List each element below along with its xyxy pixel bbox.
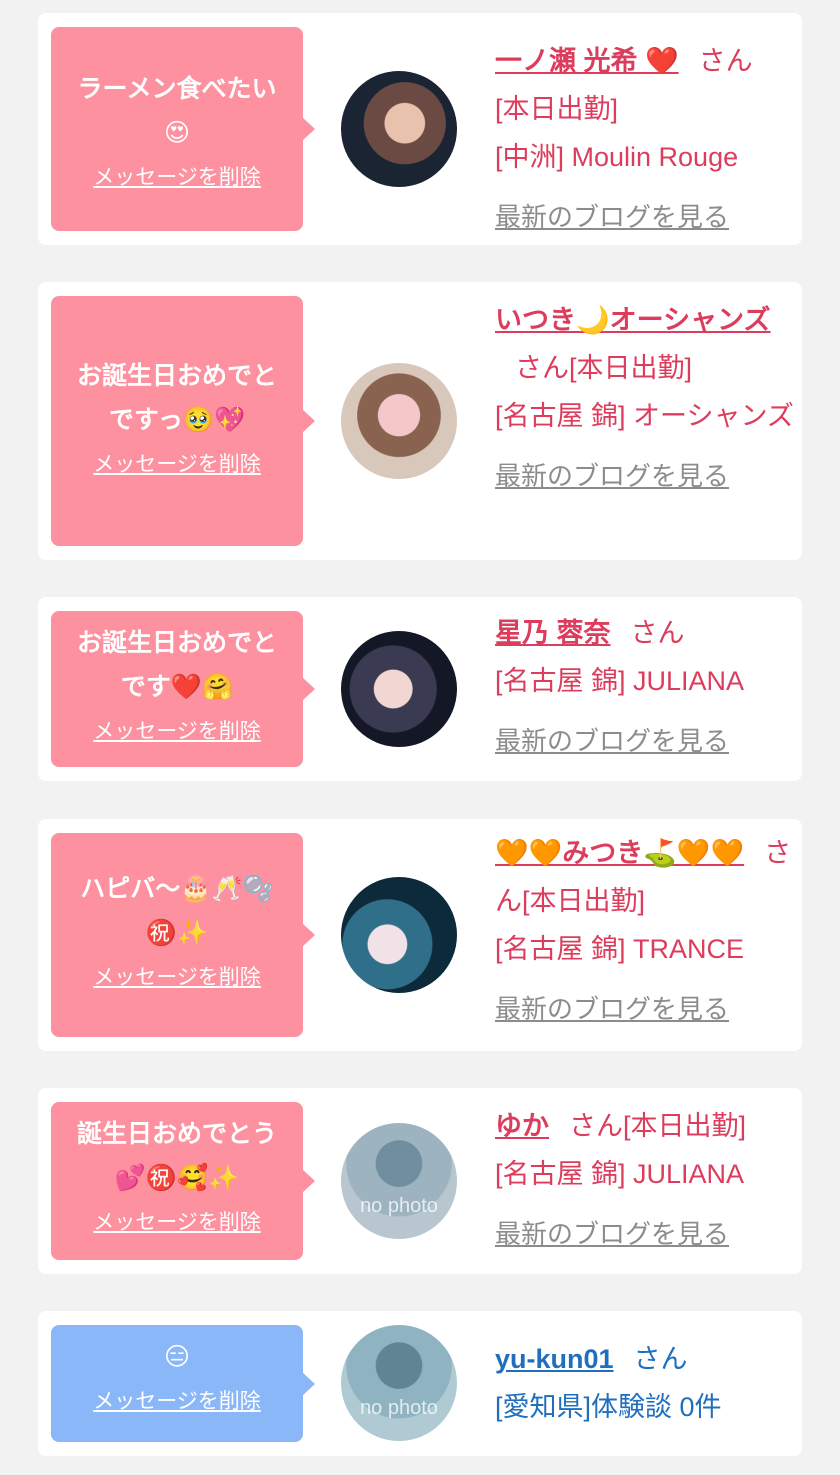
honorific: さん bbox=[633, 1344, 688, 1374]
cast-info: ゆか さん[本日出勤] [名古屋 錦] JULIANA 最新のブログを見る bbox=[495, 1102, 795, 1258]
cast-name-link[interactable]: いつき🌙オーシャンズ bbox=[495, 305, 771, 335]
latest-blog-link[interactable]: 最新のブログを見る bbox=[495, 985, 795, 1033]
cast-name-link[interactable]: ゆか bbox=[495, 1111, 549, 1141]
message-text: 😑 bbox=[163, 1342, 191, 1371]
message-card: 誕生日おめでとう 💕㊗️🥰✨ メッセージを削除 no photo ゆか さん[本日… bbox=[38, 1088, 802, 1274]
no-photo-label: no photo bbox=[360, 1194, 438, 1217]
message-bubble: ハピバ〜🎂🥂🫧 ㊗️✨ メッセージを削除 bbox=[51, 833, 315, 1037]
shop-text: [中洲] Moulin Rouge bbox=[495, 142, 739, 172]
delete-message-link[interactable]: メッセージを削除 bbox=[93, 715, 261, 745]
shop-text: [名古屋 錦] JULIANA bbox=[495, 666, 745, 696]
status-text: [本日出勤] bbox=[522, 886, 646, 916]
delete-message-link[interactable]: メッセージを削除 bbox=[93, 448, 261, 478]
avatar[interactable] bbox=[341, 877, 457, 993]
message-bubble: 😑 メッセージを削除 bbox=[51, 1325, 315, 1442]
latest-blog-link[interactable]: 最新のブログを見る bbox=[495, 1210, 795, 1258]
avatar[interactable]: no photo bbox=[341, 1325, 457, 1441]
cast-name-link[interactable]: 🧡🧡みつき⛳🧡🧡 bbox=[495, 838, 744, 868]
delete-message-link[interactable]: メッセージを削除 bbox=[93, 961, 261, 991]
delete-message-link[interactable]: メッセージを削除 bbox=[93, 1385, 261, 1415]
honorific: さん bbox=[515, 353, 569, 383]
status-text: [本日出勤] bbox=[569, 353, 693, 383]
honorific: さん bbox=[630, 618, 685, 648]
cast-name-link[interactable]: 一ノ瀬 光希 ❤️ bbox=[495, 46, 679, 76]
message-card: お誕生日おめでと ですっ🥹💖 メッセージを削除 いつき🌙オーシャンズさん[本日出… bbox=[38, 282, 802, 560]
status-text: [本日出勤] bbox=[623, 1111, 747, 1141]
message-bubble: お誕生日おめでと です❤️🤗 メッセージを削除 bbox=[51, 611, 315, 767]
message-text: ハピバ〜🎂🥂🫧 ㊗️✨ bbox=[80, 874, 274, 947]
avatar[interactable]: no photo bbox=[341, 1123, 457, 1239]
message-card: 😑 メッセージを削除 no photo yu-kun01 さん [愛知県]体験談 … bbox=[38, 1311, 802, 1456]
message-card: お誕生日おめでと です❤️🤗 メッセージを削除 星乃 蓉奈 さん [名古屋 錦] … bbox=[38, 597, 802, 781]
review-count-text: [愛知県]体験談 0件 bbox=[495, 1392, 722, 1422]
cast-name-link[interactable]: 星乃 蓉奈 bbox=[495, 618, 611, 648]
user-name-link[interactable]: yu-kun01 bbox=[495, 1344, 614, 1374]
message-text: お誕生日おめでと です❤️🤗 bbox=[76, 628, 277, 701]
shop-text: [名古屋 錦] TRANCE bbox=[495, 934, 745, 964]
honorific: さん bbox=[569, 1111, 623, 1141]
avatar[interactable] bbox=[341, 363, 457, 479]
message-bubble: お誕生日おめでと ですっ🥹💖 メッセージを削除 bbox=[51, 296, 315, 546]
cast-info: 一ノ瀬 光希 ❤️ さん [本日出勤] [中洲] Moulin Rouge 最新の… bbox=[495, 37, 795, 241]
cast-info: 🧡🧡みつき⛳🧡🧡 さん[本日出勤] [名古屋 錦] TRANCE 最新のブログを見… bbox=[495, 829, 795, 1033]
shop-text: [名古屋 錦] オーシャンズ bbox=[495, 401, 794, 431]
cast-info: いつき🌙オーシャンズさん[本日出勤] [名古屋 錦] オーシャンズ 最新のブログ… bbox=[495, 296, 795, 500]
message-text: 誕生日おめでとう 💕㊗️🥰✨ bbox=[76, 1119, 277, 1192]
honorific: さん bbox=[698, 46, 753, 76]
latest-blog-link[interactable]: 最新のブログを見る bbox=[495, 193, 795, 241]
delete-message-link[interactable]: メッセージを削除 bbox=[93, 161, 261, 191]
delete-message-link[interactable]: メッセージを削除 bbox=[93, 1206, 261, 1236]
message-card: ラーメン食べたい 😍 メッセージを削除 一ノ瀬 光希 ❤️ さん [本日出勤] [… bbox=[38, 13, 802, 245]
shop-text: [名古屋 錦] JULIANA bbox=[495, 1159, 745, 1189]
avatar[interactable] bbox=[341, 71, 457, 187]
message-card: ハピバ〜🎂🥂🫧 ㊗️✨ メッセージを削除 🧡🧡みつき⛳🧡🧡 さん[本日出勤] [名… bbox=[38, 819, 802, 1051]
message-text: お誕生日おめでと ですっ🥹💖 bbox=[76, 361, 277, 434]
user-info: yu-kun01 さん [愛知県]体験談 0件 bbox=[495, 1335, 795, 1431]
latest-blog-link[interactable]: 最新のブログを見る bbox=[495, 717, 795, 765]
message-text: ラーメン食べたい 😍 bbox=[77, 74, 277, 147]
message-bubble: ラーメン食べたい 😍 メッセージを削除 bbox=[51, 27, 315, 231]
cast-info: 星乃 蓉奈 さん [名古屋 錦] JULIANA 最新のブログを見る bbox=[495, 609, 795, 765]
message-bubble: 誕生日おめでとう 💕㊗️🥰✨ メッセージを削除 bbox=[51, 1102, 315, 1260]
status-text: [本日出勤] bbox=[495, 94, 619, 124]
no-photo-label: no photo bbox=[360, 1396, 438, 1419]
avatar[interactable] bbox=[341, 631, 457, 747]
latest-blog-link[interactable]: 最新のブログを見る bbox=[495, 452, 795, 500]
